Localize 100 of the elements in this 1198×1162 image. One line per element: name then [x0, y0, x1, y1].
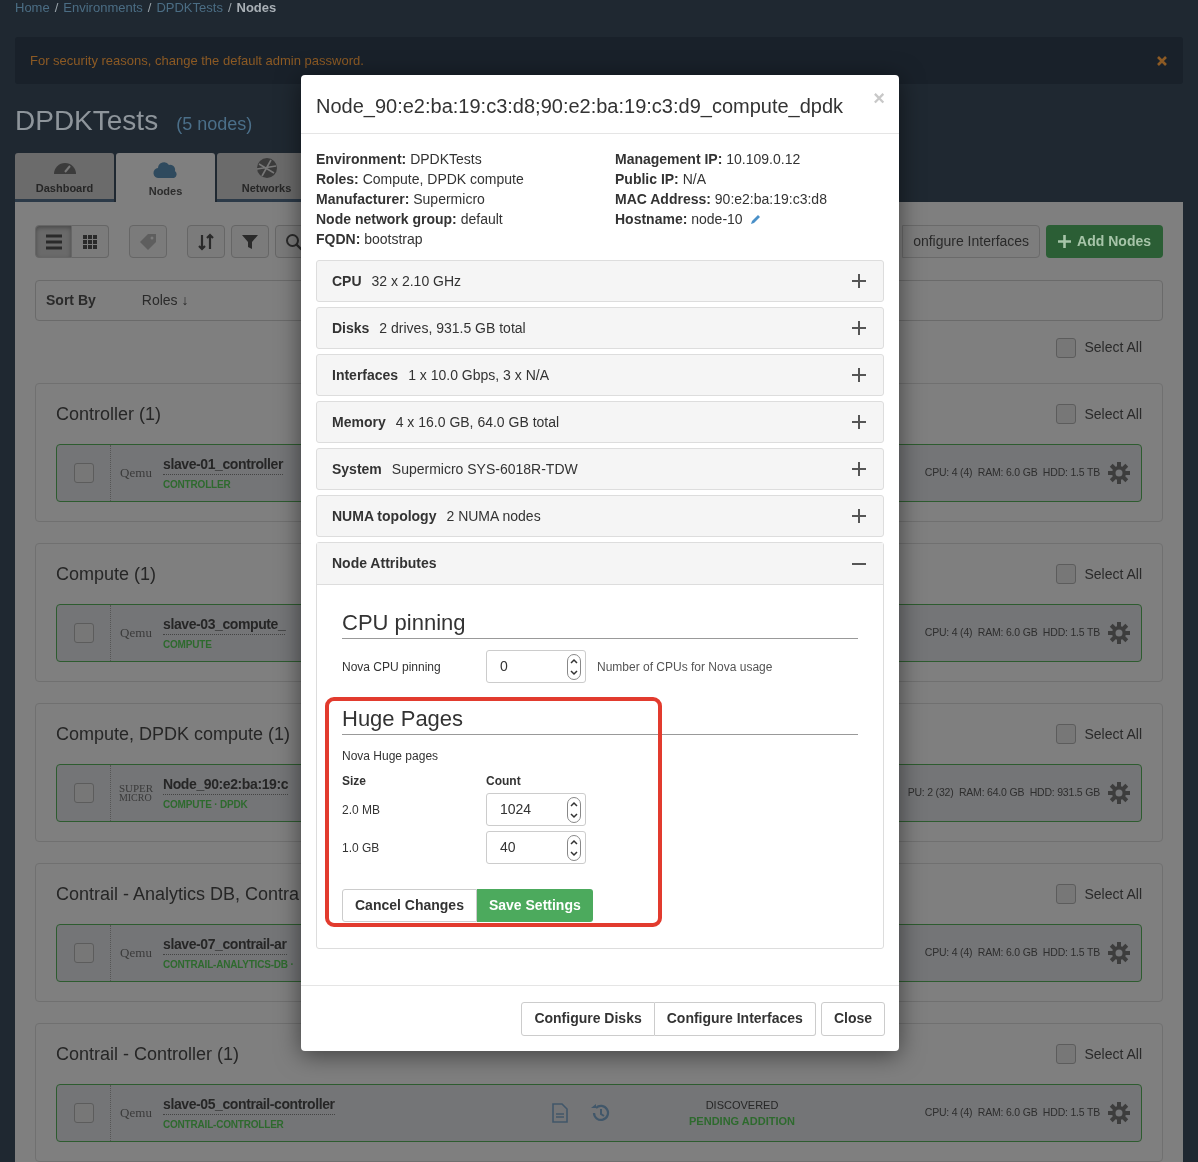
add-nodes-button[interactable]: Add Nodes [1046, 225, 1163, 258]
plus-icon[interactable] [852, 368, 866, 382]
checkbox[interactable] [1056, 337, 1077, 358]
document-icon[interactable] [552, 1103, 568, 1123]
accordion-header[interactable]: System Supermicro SYS-6018R-TDW [316, 448, 884, 490]
checkbox[interactable] [1056, 564, 1077, 584]
sort-icon [197, 232, 215, 251]
select-all-label[interactable]: Select All [1084, 723, 1142, 745]
select-all-label[interactable]: Select All [1084, 403, 1142, 425]
plus-icon[interactable] [852, 415, 866, 429]
dialog-button[interactable]: Close [820, 1001, 885, 1036]
accordion-header[interactable]: Interfaces 1 x 10.0 Gbps, 3 x N/A [316, 354, 884, 396]
section-label: Node Attributes [332, 554, 437, 573]
column-header: Count [486, 773, 521, 790]
plus-icon[interactable] [852, 321, 866, 335]
sort-label: Sort By [46, 291, 96, 310]
select-all-label[interactable]: Select All [1084, 1043, 1142, 1065]
gear-icon[interactable] [1108, 782, 1130, 804]
section-label: Memory [332, 412, 386, 432]
checkbox[interactable] [73, 463, 94, 483]
cancel-changes-button[interactable]: Cancel Changes [342, 889, 477, 922]
select-all-label[interactable]: Select All [1084, 883, 1142, 905]
plus-icon[interactable] [852, 274, 866, 288]
save-settings-button[interactable]: Save Settings [476, 889, 593, 922]
breadcrumb-separator: / [147, 0, 152, 15]
checkbox[interactable] [1056, 1044, 1077, 1064]
section-label: System [332, 459, 382, 479]
info-line: Node network group: default [316, 209, 503, 229]
gear-icon[interactable] [1108, 462, 1130, 484]
close-icon[interactable] [1156, 54, 1168, 67]
accordion-header[interactable]: CPU 32 x 2.10 GHz [316, 260, 884, 302]
breadcrumb-link[interactable]: Environments [63, 0, 143, 15]
section-summary: Supermicro SYS-6018R-TDW [391, 459, 578, 479]
checkbox[interactable] [1056, 404, 1077, 424]
number-field[interactable]: 40 [486, 831, 586, 864]
node-count: (5 nodes) [176, 113, 253, 136]
plus-icon[interactable] [852, 462, 866, 476]
checkbox[interactable] [73, 1103, 94, 1123]
accordion-header[interactable]: Memory 4 x 16.0 GB, 64.0 GB total [316, 401, 884, 443]
plus-icon[interactable] [852, 509, 866, 523]
node-specs: CPU: 4 (4) RAM: 6.0 GB HDD: 1.5 TB [924, 1105, 1100, 1121]
gear-icon[interactable] [1108, 1102, 1130, 1124]
node-specs: CPU: 4 (4) RAM: 6.0 GB HDD: 1.5 TB [924, 945, 1100, 961]
section-summary: 32 x 2.10 GHz [371, 271, 462, 291]
tag-button[interactable] [129, 225, 167, 258]
info-line: Management IP: 10.109.0.12 [615, 149, 801, 169]
pencil-icon[interactable] [748, 212, 762, 226]
checkbox[interactable] [73, 623, 94, 643]
history-icon[interactable] [590, 1103, 610, 1123]
accordion-header[interactable]: Node Attributes [317, 543, 883, 585]
node-roles: CONTROLLER [163, 477, 231, 492]
checkbox[interactable] [1056, 884, 1077, 904]
select-all-label[interactable]: Select All [1084, 563, 1142, 585]
section-summary: 2 NUMA nodes [446, 506, 541, 526]
node-name[interactable]: slave-05_contrail-controller [163, 1094, 335, 1115]
node-name[interactable]: slave-07_contrail-ar [163, 934, 287, 955]
section-summary: 1 x 10.0 Gbps, 3 x N/A [408, 365, 549, 385]
sort-button[interactable] [187, 225, 225, 258]
select-all-label[interactable]: Select All [1084, 337, 1142, 358]
info-line: FQDN: bootstrap [316, 229, 423, 249]
number-field[interactable]: 1024 [486, 793, 586, 826]
gear-icon[interactable] [1108, 622, 1130, 644]
stepper-icon[interactable] [567, 834, 581, 861]
sort-field[interactable]: Roles ↓ [141, 290, 189, 311]
tab[interactable]: Nodes [116, 153, 215, 202]
dialog-button[interactable]: Configure Disks [521, 1001, 655, 1036]
view-toggle-button[interactable] [72, 225, 109, 258]
number-field[interactable]: 0 [486, 650, 586, 683]
accordion-header[interactable]: Disks 2 drives, 931.5 GB total [316, 307, 884, 349]
breadcrumb-link[interactable]: Home [15, 0, 50, 15]
section-label: Disks [332, 318, 370, 338]
breadcrumb-link[interactable]: DPDKTests [156, 0, 223, 15]
node-row[interactable]: Qemu slave-05_contrail-controller CONTRAIL-CONTROLLER DISCOVERED PENDING ADDITION CPU: 4 (4) RAM: 6.0 GB HDD: 1.5 TB [56, 1084, 1142, 1142]
node-specs: PU: 2 (32) RAM: 64.0 GB HDD: 931.5 GB [907, 785, 1100, 801]
checkbox[interactable] [73, 943, 94, 963]
vendor-logo: SUPER MICRO [118, 783, 154, 803]
checkbox[interactable] [73, 783, 94, 803]
gear-icon[interactable] [1108, 942, 1130, 964]
stepper-icon[interactable] [567, 653, 581, 680]
node-name[interactable]: slave-03_compute_ [163, 614, 286, 635]
configure-interfaces-button[interactable]: onfigure Interfaces [902, 225, 1041, 258]
node-name[interactable]: slave-01_controller [163, 454, 284, 475]
checkbox[interactable] [1056, 724, 1077, 744]
node-name[interactable]: Node_90:e2:ba:19:c [163, 774, 289, 795]
view-toggle-button[interactable] [35, 225, 72, 258]
section-heading: Huge Pages [342, 705, 858, 735]
tab[interactable]: Dashboard [15, 153, 114, 202]
accordion-header[interactable]: NUMA topology 2 NUMA nodes [316, 495, 884, 537]
alert-message: For security reasons, change the default admin password. [30, 51, 364, 70]
node-specs: CPU: 4 (4) RAM: 6.0 GB HDD: 1.5 TB [924, 625, 1100, 641]
page-size: 2.0 MB [342, 801, 381, 819]
info-line: Roles: Compute, DPDK compute [316, 169, 524, 189]
tag-icon [139, 232, 157, 251]
plus-icon [1058, 235, 1072, 248]
node-roles: CONTRAIL-CONTROLLER [163, 1117, 284, 1132]
vendor-logo: Qemu [120, 624, 152, 643]
section-label: Interfaces [332, 365, 399, 385]
filter-button[interactable] [231, 225, 269, 258]
stepper-icon[interactable] [567, 796, 581, 823]
dialog-button[interactable]: Configure Interfaces [654, 1001, 816, 1036]
